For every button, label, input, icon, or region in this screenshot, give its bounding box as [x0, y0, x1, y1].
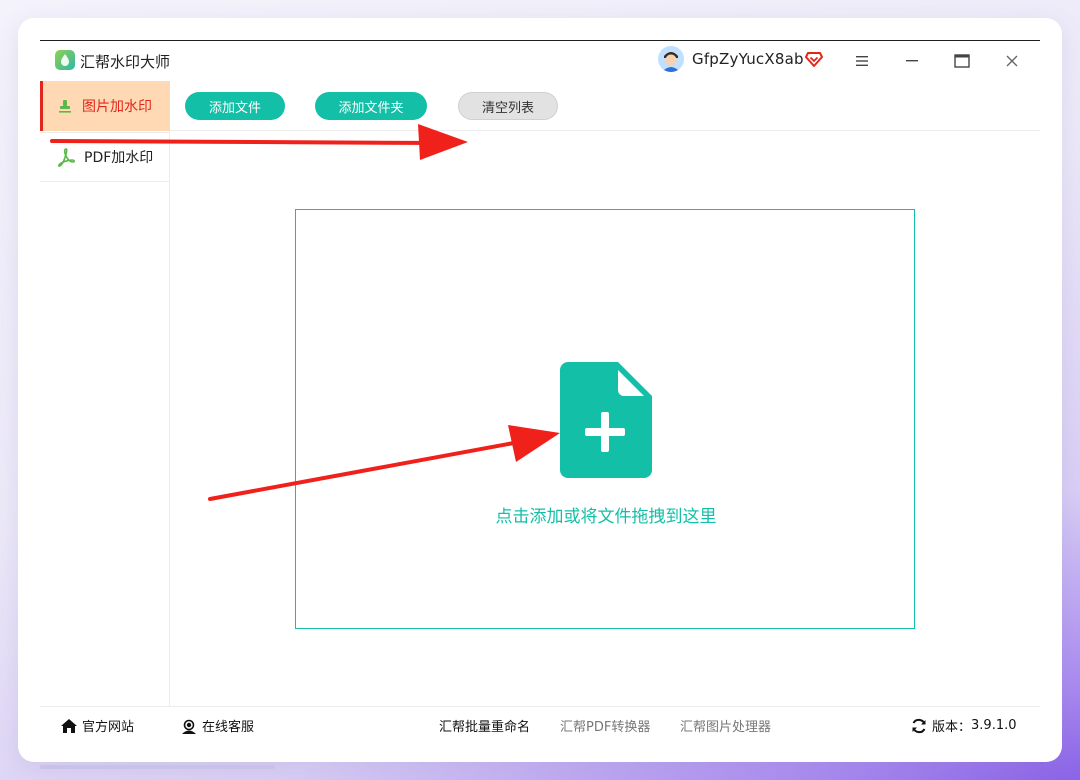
- version-label: 版本：: [932, 720, 972, 735]
- sidebar-item-pdf-watermark[interactable]: PDF加水印: [40, 132, 170, 182]
- online-service-label: 在线客服: [202, 720, 255, 735]
- sidebar-item-image-watermark[interactable]: 图片加水印: [40, 81, 170, 131]
- maximize-button[interactable]: [950, 49, 974, 73]
- app-title: 汇帮水印大师: [80, 53, 171, 71]
- headset-icon: [182, 719, 196, 734]
- image-processor-link[interactable]: 汇帮图片处理器: [680, 716, 771, 735]
- vip-diamond-icon[interactable]: [805, 50, 823, 72]
- add-file-button[interactable]: 添加文件: [185, 92, 285, 120]
- close-button[interactable]: [1000, 49, 1024, 73]
- title-bar: 汇帮水印大师 GfpZyYucX8ab: [40, 41, 1040, 81]
- minimize-button[interactable]: [900, 49, 924, 73]
- user-avatar[interactable]: [658, 46, 684, 72]
- pdf-converter-link[interactable]: 汇帮PDF转换器: [560, 716, 650, 735]
- version-info[interactable]: 版本： 3.9.1.0: [910, 716, 1017, 735]
- app-logo-icon: [55, 50, 75, 70]
- sidebar: 图片加水印 PDF加水印: [40, 81, 170, 706]
- batch-rename-link[interactable]: 汇帮批量重命名: [439, 716, 530, 735]
- sidebar-item-label: PDF加水印: [84, 150, 154, 166]
- file-add-icon[interactable]: [560, 362, 652, 482]
- drop-zone-hint: 点击添加或将文件拖拽到这里: [495, 507, 717, 527]
- pdf-icon: [57, 148, 76, 167]
- app-window: 汇帮水印大师 GfpZyYucX8ab 图片加水印 PDF加水印 添加文件 添加…: [40, 40, 1040, 740]
- add-folder-button[interactable]: 添加文件夹: [315, 92, 427, 120]
- stamp-icon: [59, 100, 71, 113]
- maximize-icon: [954, 54, 970, 68]
- toolbar: 添加文件 添加文件夹 清空列表: [170, 81, 1040, 131]
- menu-button[interactable]: [850, 49, 874, 73]
- sidebar-item-label: 图片加水印: [82, 99, 152, 115]
- minimize-icon: [906, 60, 918, 62]
- home-icon: [61, 718, 77, 733]
- close-icon: [1006, 55, 1018, 67]
- online-service-link[interactable]: 在线客服: [180, 716, 254, 735]
- version-number: 3.9.1.0: [971, 718, 1017, 733]
- refresh-icon: [912, 718, 926, 733]
- footer-bar: 官方网站 在线客服 汇帮批量重命名 汇帮PDF转换器 汇帮图片处理器 版本： 3…: [40, 706, 1040, 741]
- official-site-link[interactable]: 官方网站: [60, 716, 134, 735]
- official-site-label: 官方网站: [82, 720, 135, 735]
- file-drop-zone[interactable]: 点击添加或将文件拖拽到这里: [295, 209, 915, 629]
- clear-list-button[interactable]: 清空列表: [458, 92, 558, 120]
- username-label[interactable]: GfpZyYucX8ab: [692, 50, 804, 68]
- hamburger-icon: [856, 56, 868, 66]
- scroll-indicator: [40, 765, 275, 769]
